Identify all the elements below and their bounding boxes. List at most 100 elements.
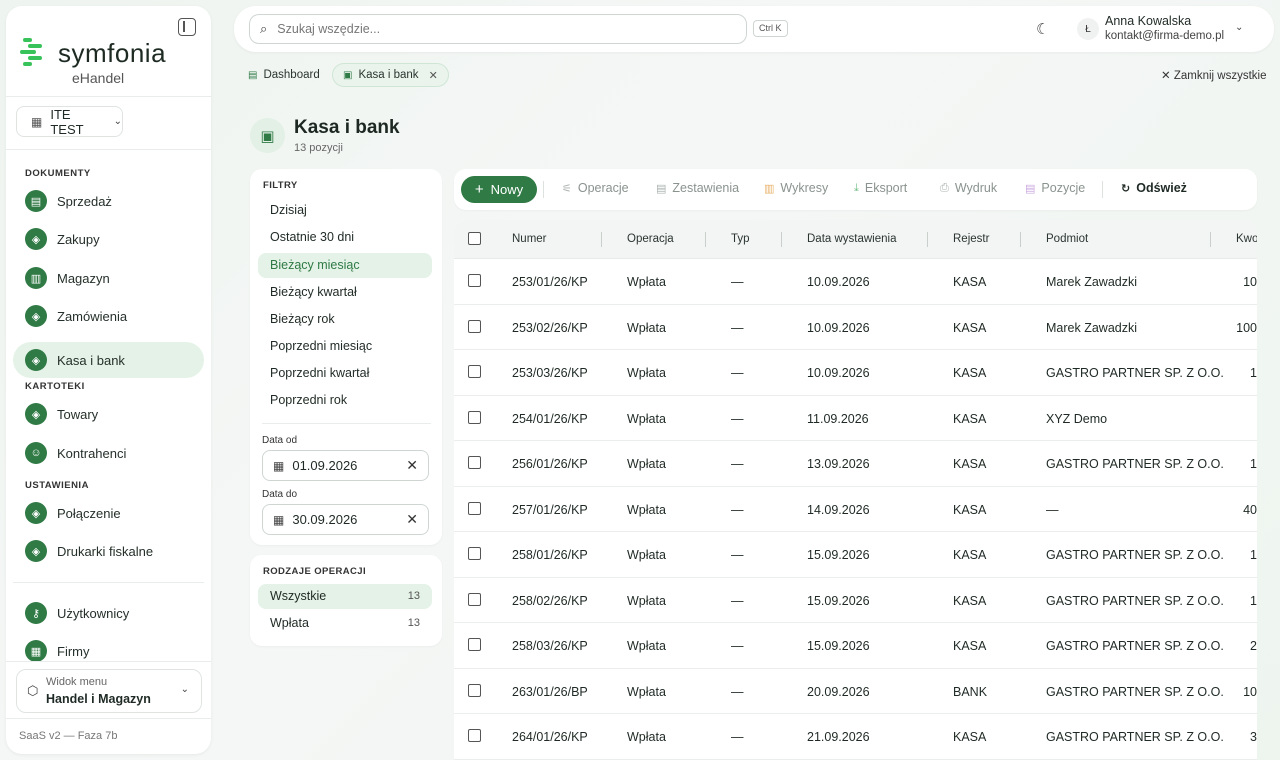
filter-current-year[interactable]: Bieżący rok [258,307,432,332]
close-all-tabs-button[interactable]: ✕ Zamknij wszystkie [1161,68,1267,82]
sidebar-item-sales[interactable]: ▤ Sprzedaż [13,183,204,219]
sidebar-item-purchases[interactable]: ◈ Zakupy [13,221,204,257]
print-button[interactable]: ⎙ Wydruk [940,181,997,195]
filter-previous-year[interactable]: Poprzedni rok [258,388,432,413]
column-header-entity[interactable]: Podmiot [1046,233,1088,245]
table-row[interactable]: 258/02/26/KP Wpłata — 15.09.2026 KASA GASTRO … [454,578,1257,623]
clear-icon[interactable]: ✕ [406,511,418,528]
refresh-button[interactable]: ↻ Odśwież [1121,181,1187,195]
cell-issue-date: 15.09.2026 [807,593,870,608]
row-checkbox[interactable] [468,501,481,515]
sidebar-item-label: Towary [57,406,99,422]
brand-name: symfonia [58,38,167,68]
column-resizer[interactable] [601,232,602,247]
sidebar-item-fiscal-printers[interactable]: ◈ Drukarki fiskalne [13,533,204,569]
row-checkbox[interactable] [468,683,481,697]
filter-today[interactable]: Dzisiaj [258,198,432,223]
cell-number: 253/02/26/KP [512,320,588,335]
row-checkbox[interactable] [468,592,481,606]
column-header-issue-date[interactable]: Data wystawienia [807,233,896,245]
column-header-operation[interactable]: Operacja [627,233,674,245]
sidebar-collapse-icon[interactable] [178,18,196,36]
filter-previous-quarter[interactable]: Poprzedni kwartał [258,361,432,386]
tab-cash-and-bank[interactable]: ▣ Kasa i bank ✕ [332,63,449,87]
row-checkbox[interactable] [468,547,481,560]
moon-icon[interactable]: ☾ [1036,20,1049,38]
close-icon[interactable]: ✕ [429,69,438,82]
column-resizer[interactable] [927,232,928,247]
search-input[interactable] [277,22,718,36]
column-resizer[interactable] [705,232,706,247]
table-row[interactable]: 254/01/26/KP Wpłata — 11.09.2026 KASA XYZ Dem… [454,396,1257,441]
menu-view-selector[interactable]: ⬡ Widok menu Handel i Magazyn ⌄ [16,669,202,713]
charts-button[interactable]: ▥ Wykresy [764,181,828,195]
filter-last-30-days[interactable]: Ostatnie 30 dni [258,225,432,250]
cell-operation: Wpłata [627,639,666,653]
column-header-amount[interactable]: Kwo [1236,233,1257,245]
table-row[interactable]: 264/01/26/KP Wpłata — 21.09.2026 KASA GASTRO … [454,714,1257,760]
tab-dashboard[interactable]: ▤ Dashboard [238,63,330,87]
row-checkbox[interactable] [468,365,481,378]
chevron-down-icon[interactable]: ⌄ [1235,22,1243,33]
avatar[interactable]: Ł [1077,18,1099,40]
cell-operation: Wpłata [627,457,666,471]
operation-kind-deposit[interactable]: Wpłata 13 [258,611,432,636]
table-row[interactable]: 253/02/26/KP Wpłata — 10.09.2026 KASA Marek Z… [454,305,1257,350]
row-checkbox[interactable] [468,410,481,424]
column-header-register[interactable]: Rejestr [953,233,989,245]
filter-previous-month[interactable]: Poprzedni miesiąc [258,334,432,359]
cell-type: — [731,548,744,562]
summaries-button[interactable]: ▤ Zestawienia [656,181,739,195]
table-row[interactable]: 257/01/26/KP Wpłata — 14.09.2026 KASA — 40 [454,487,1257,532]
page-title: Kasa i bank [294,117,400,138]
export-button[interactable]: ⤓ Eksport [854,181,907,195]
wallet-icon: ▣ [343,69,353,81]
sidebar: symfonia eHandel ▦ ITE TEST ⌄ DOKUMENTY … [6,6,211,754]
operation-kind-all[interactable]: Wszystkie 13 [258,584,432,609]
date-from-field[interactable]: ▦ 01.09.2026 ✕ [262,450,429,481]
new-button[interactable]: + Nowy [461,176,537,203]
table-row[interactable]: 256/01/26/KP Wpłata — 13.09.2026 KASA GASTRO … [454,441,1257,487]
chevron-down-icon: ⌄ [180,684,189,695]
cell-number: 254/01/26/KP [512,411,588,426]
sidebar-item-cash-and-bank[interactable]: ◈ Kasa i bank [13,342,204,378]
refresh-label: Odśwież [1136,181,1187,195]
search-icon: ⌕ [260,21,268,36]
table-row[interactable]: 253/03/26/KP Wpłata — 10.09.2026 KASA GASTRO … [454,350,1257,396]
row-checkbox[interactable] [468,456,481,469]
clear-icon[interactable]: ✕ [406,457,418,474]
row-checkbox[interactable] [468,638,481,651]
cell-entity: — [1046,502,1059,517]
column-header-type[interactable]: Typ [731,233,750,245]
chevron-down-icon: ⌄ [113,116,122,127]
column-header-number[interactable]: Numer [512,233,547,245]
user-name[interactable]: Anna Kowalska [1105,14,1191,28]
filter-current-month[interactable]: Bieżący miesiąc [258,253,432,278]
sidebar-item-companies[interactable]: ▦ Firmy [13,633,204,669]
row-checkbox[interactable] [468,729,481,742]
column-resizer[interactable] [1210,232,1211,247]
table-row[interactable]: 253/01/26/KP Wpłata — 10.09.2026 KASA Marek Z… [454,259,1257,305]
cell-issue-date: 15.09.2026 [807,639,870,653]
column-resizer[interactable] [781,232,782,247]
positions-button[interactable]: ▤ Pozycje [1025,181,1085,195]
table-row[interactable]: 258/01/26/KP Wpłata — 15.09.2026 KASA GASTRO … [454,532,1257,578]
sidebar-item-contractors[interactable]: ☺ Kontrahenci [13,435,204,471]
row-checkbox[interactable] [468,274,481,287]
sidebar-item-orders[interactable]: ◈ Zamówienia [13,298,204,334]
select-all-checkbox[interactable] [468,232,481,245]
sidebar-item-warehouse[interactable]: ▥ Magazyn [13,260,204,296]
date-to-field[interactable]: ▦ 30.09.2026 ✕ [262,504,429,535]
company-selector[interactable]: ▦ ITE TEST ⌄ [16,106,123,137]
sidebar-item-connection[interactable]: ◈ Połączenie [13,495,204,531]
sidebar-item-products[interactable]: ◈ Towary [13,396,204,432]
column-resizer[interactable] [1020,232,1021,247]
row-checkbox[interactable] [468,319,481,333]
table-row[interactable]: 258/03/26/KP Wpłata — 15.09.2026 KASA GASTRO … [454,623,1257,669]
operations-button[interactable]: ⚟ Operacje [562,181,629,195]
company-name: ITE TEST [50,106,84,137]
filter-current-quarter[interactable]: Bieżący kwartał [258,280,432,305]
sidebar-item-users[interactable]: ⚷ Użytkownicy [13,595,204,631]
date-to-value: 30.09.2026 [292,512,358,527]
table-row[interactable]: 263/01/26/BP Wpłata — 20.09.2026 BANK GASTRO … [454,669,1257,714]
